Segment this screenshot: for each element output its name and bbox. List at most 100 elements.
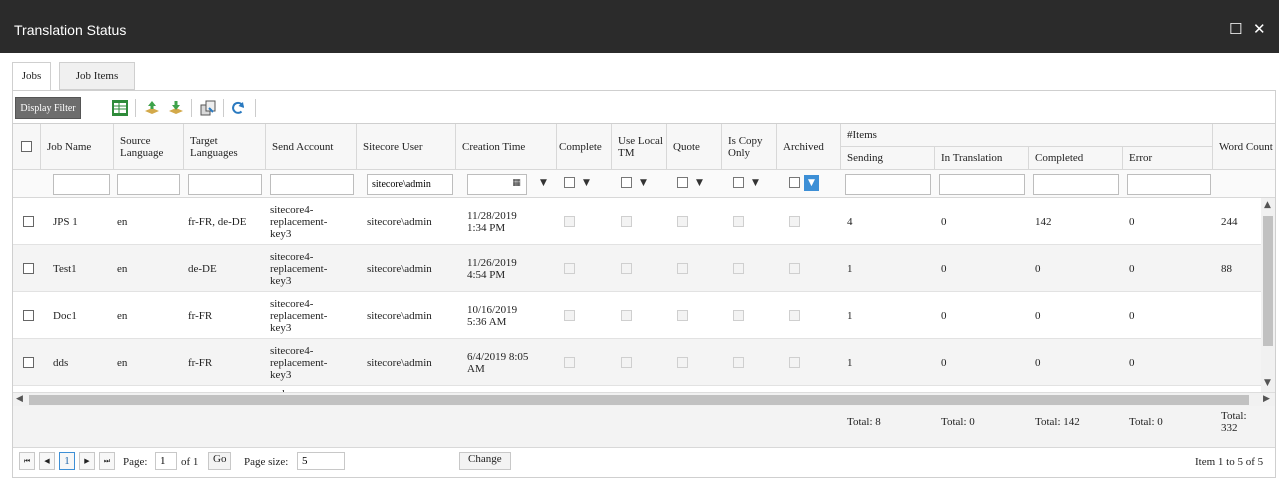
in-translation-filter-input[interactable] [939,174,1025,195]
job-name-filter-input[interactable] [53,174,110,195]
next-page-icon[interactable]: ▶ [79,452,95,470]
use-local-tm-filter-icon[interactable]: ▼ [636,175,651,191]
creation-time-filter-icon[interactable]: ▼ [536,175,551,191]
table-row[interactable]: Doc1 en fr-FR sitecore4-replacement-key3… [13,292,1261,339]
page-number-1[interactable]: 1 [59,452,75,470]
sending-filter-input[interactable] [845,174,931,195]
cell-creation-time: 11/26/2019 4:54 PM [467,256,517,281]
header-source-language[interactable]: Source Language [114,124,184,170]
sitecore-user-filter-input[interactable] [367,174,453,195]
error-filter-input[interactable] [1127,174,1211,195]
header-error[interactable]: Error [1123,147,1213,170]
complete-checkbox [564,357,575,368]
table-row[interactable]: Test1 en de-DE sitecore4-replacement-key… [13,245,1261,292]
archived-filter-checkbox[interactable] [789,177,800,188]
cell-source-language: en [117,309,128,322]
first-page-icon[interactable]: ⏮ [19,452,35,470]
calendar-icon[interactable]: ▦ [509,175,524,191]
cell-sending: 1 [847,309,853,322]
toolbar-divider [135,99,136,117]
row-select-checkbox[interactable] [23,310,34,321]
quote-filter-icon[interactable]: ▼ [692,175,707,191]
header-in-translation[interactable]: In Translation [935,147,1029,170]
header-completed[interactable]: Completed [1029,147,1123,170]
header-send-account[interactable]: Send Account [266,124,357,170]
window-title: Translation Status [14,22,127,38]
tab-job-items[interactable]: Job Items [59,62,135,90]
use-local-tm-filter-checkbox[interactable] [621,177,632,188]
cell-source-language: en [117,356,128,369]
prev-page-icon[interactable]: ◀ [39,452,55,470]
total-error: Total: 0 [1129,416,1163,428]
archived-filter-icon[interactable]: ▼ [804,175,819,191]
last-page-icon[interactable]: ⏭ [99,452,115,470]
cell-sending: 1 [847,262,853,275]
source-language-filter-input[interactable] [117,174,180,195]
change-button[interactable]: Change [459,452,511,470]
header-sitecore-user[interactable]: Sitecore User [357,124,456,170]
vertical-scroll-thumb[interactable] [1263,216,1273,346]
tab-jobs[interactable]: Jobs [12,62,51,91]
cell-job-name: Doc1 [53,309,77,322]
complete-filter-checkbox[interactable] [564,177,575,188]
table-row[interactable]: dds en fr-FR sitecore4-replacement-key3 … [13,339,1261,386]
window-titlebar: Translation Status ☐ ✕ [0,0,1279,53]
header-use-local-tm[interactable]: Use Local TM [612,124,667,170]
is-copy-only-checkbox [733,310,744,321]
completed-filter-input[interactable] [1033,174,1119,195]
header-word-count[interactable]: Word Count [1213,124,1275,170]
upload-icon[interactable] [143,99,161,117]
scroll-right-icon[interactable]: ▶ [1263,394,1270,404]
page-size-input[interactable] [297,452,345,470]
table-row[interactable]: JPS 1 en fr-FR, de-DE sitecore4-replacem… [13,198,1261,245]
refresh-icon[interactable] [229,99,247,117]
is-copy-only-checkbox [733,263,744,274]
cell-sitecore-user: sitecore\admin [367,262,432,275]
scroll-up-icon[interactable]: ▲ [1264,200,1271,210]
page-number-input[interactable] [155,452,177,470]
cell-source-language: en [117,262,128,275]
archived-checkbox [789,263,800,274]
cell-error: 0 [1129,215,1135,228]
header-creation-time[interactable]: Creation Time [456,124,557,170]
download-icon[interactable] [167,99,185,117]
maximize-icon[interactable]: ☐ [1229,20,1242,38]
pager: ⏮ ◀ 1 ▶ ⏭ Page: of 1 Go Page size: Chang… [13,448,1275,478]
complete-filter-icon[interactable]: ▼ [579,175,594,191]
is-copy-only-filter-checkbox[interactable] [733,177,744,188]
excel-export-icon[interactable] [111,99,129,117]
go-button[interactable]: Go [208,452,232,470]
header-select-all-cell [13,124,41,170]
header-is-copy-only[interactable]: Is Copy Only [722,124,777,170]
quote-filter-checkbox[interactable] [677,177,688,188]
display-filter-button[interactable]: Display Filter [15,97,81,119]
row-select-checkbox[interactable] [23,357,34,368]
header-target-languages[interactable]: Target Languages [184,124,266,170]
scroll-down-icon[interactable]: ▼ [1264,378,1271,388]
cell-job-name: dds [53,356,69,369]
cell-completed: 142 [1035,215,1052,228]
use-local-tm-checkbox [621,310,632,321]
header-items-group: #Items [841,124,1213,147]
select-all-checkbox[interactable] [21,141,32,152]
row-select-checkbox[interactable] [23,216,34,227]
toolbar-divider [255,99,256,117]
is-copy-only-filter-icon[interactable]: ▼ [748,175,763,191]
header-complete[interactable]: Complete [557,124,612,170]
header-sending[interactable]: Sending [841,147,935,170]
close-icon[interactable]: ✕ [1253,20,1266,38]
header-quote[interactable]: Quote [667,124,722,170]
horizontal-scrollbar[interactable]: ◀ ▶ [13,392,1275,406]
header-job-name[interactable]: Job Name [41,124,114,170]
scroll-left-icon[interactable]: ◀ [16,394,23,404]
grid-body: JPS 1 en fr-FR, de-DE sitecore4-replacem… [13,198,1261,392]
row-select-checkbox[interactable] [23,263,34,274]
copy-jobs-icon[interactable] [199,99,217,117]
header-archived[interactable]: Archived [777,124,841,170]
vertical-scrollbar[interactable]: ▲ ▼ [1261,198,1275,392]
target-languages-filter-input[interactable] [188,174,262,195]
horizontal-scroll-thumb[interactable] [29,395,1249,405]
send-account-filter-input[interactable] [270,174,354,195]
cell-sitecore-user: sitecore\admin [367,215,432,228]
complete-checkbox [564,216,575,227]
